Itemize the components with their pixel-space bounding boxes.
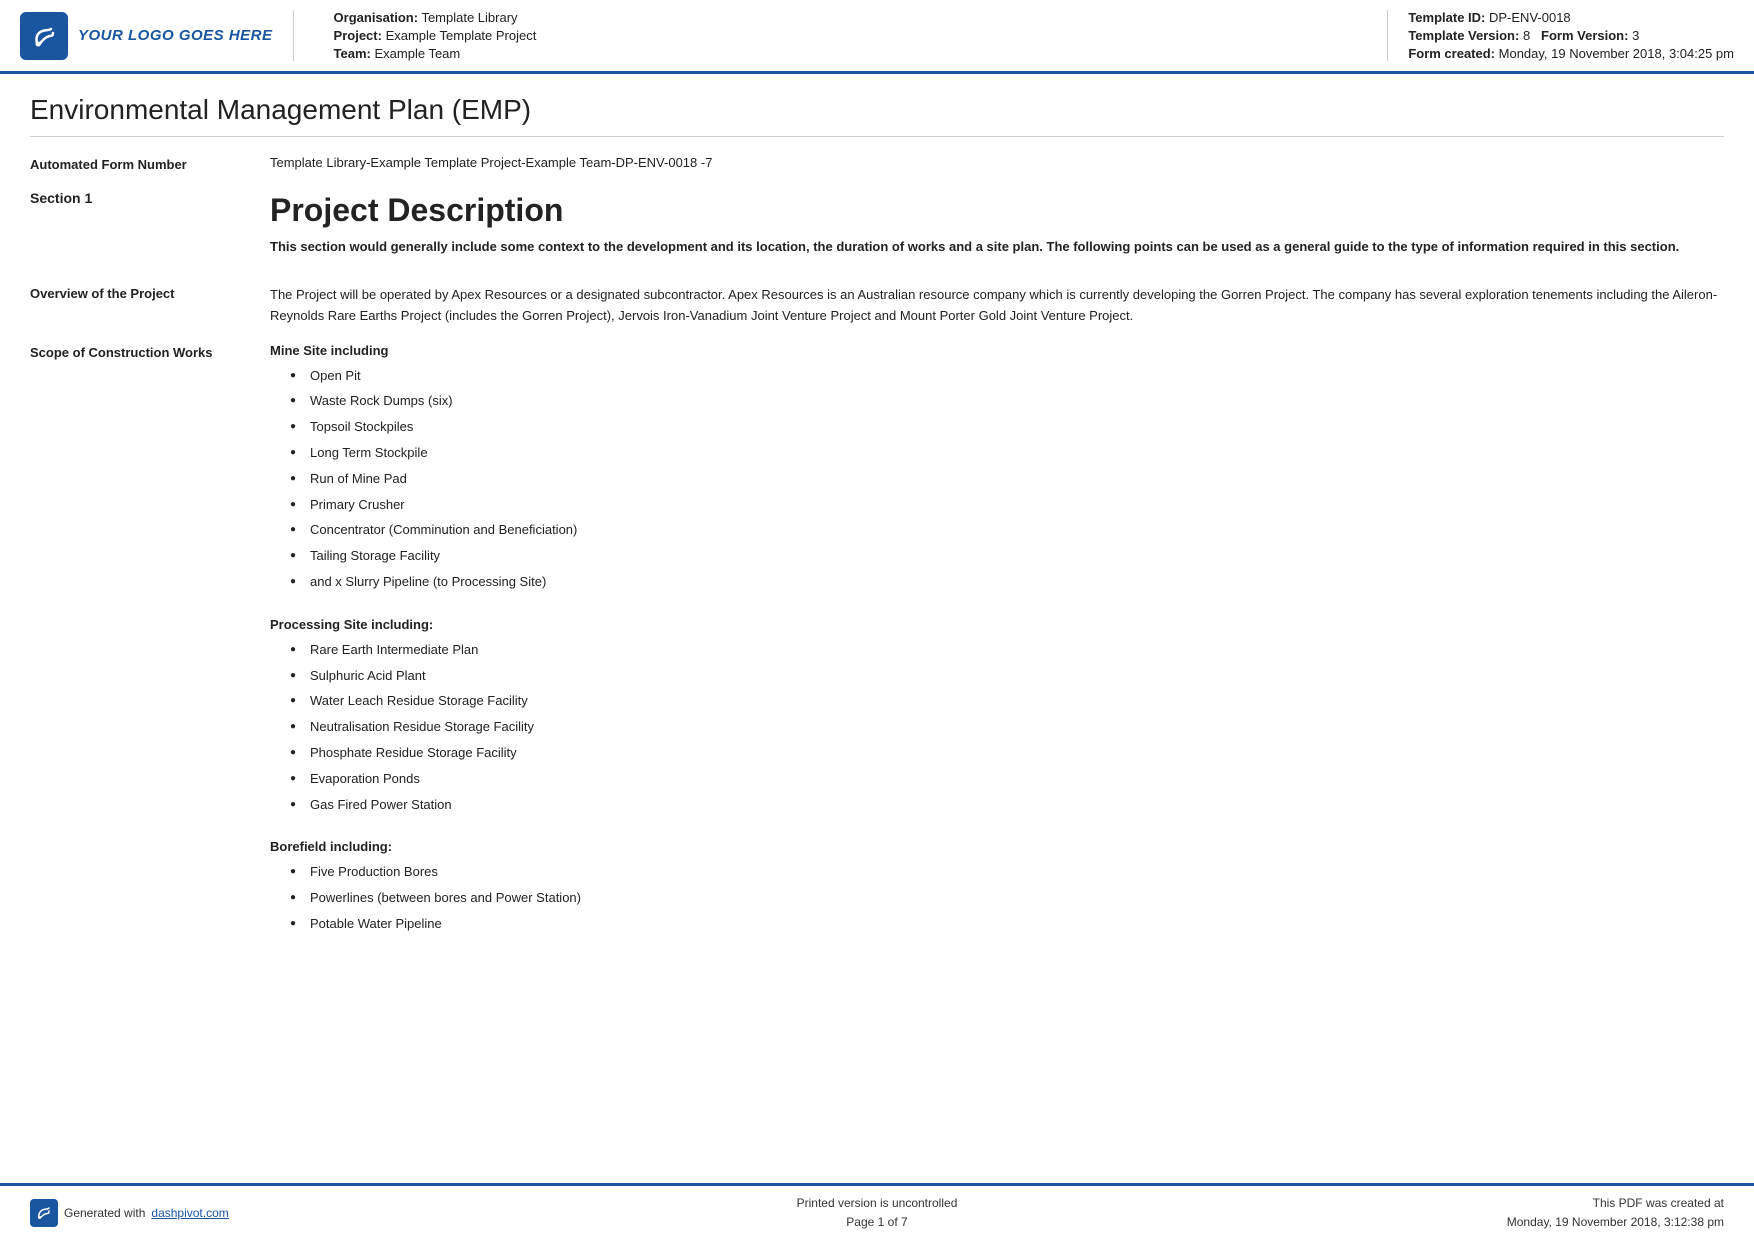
form-version-label: Form Version: bbox=[1541, 28, 1628, 43]
footer-center-line1: Printed version is uncontrolled bbox=[310, 1194, 1444, 1213]
version-row: Template Version: 8 Form Version: 3 bbox=[1408, 28, 1734, 43]
list-item: Rare Earth Intermediate Plan bbox=[290, 640, 1724, 661]
footer-right-line2: Monday, 19 November 2018, 3:12:38 pm bbox=[1444, 1213, 1724, 1232]
header-right: Template ID: DP-ENV-0018 Template Versio… bbox=[1387, 10, 1734, 61]
overview-row: Overview of the Project The Project will… bbox=[30, 284, 1724, 327]
footer-left: Generated with dashpivot.com bbox=[30, 1199, 310, 1227]
footer-generated-link[interactable]: dashpivot.com bbox=[151, 1206, 228, 1220]
main-content: Environmental Management Plan (EMP) Auto… bbox=[0, 74, 1754, 1055]
overview-text: The Project will be operated by Apex Res… bbox=[270, 284, 1724, 327]
footer-logo-icon bbox=[30, 1199, 58, 1227]
footer-generated-label: Generated with bbox=[64, 1206, 145, 1220]
team-value: Example Team bbox=[374, 46, 460, 61]
section1-intro: This section would generally include som… bbox=[270, 237, 1724, 258]
team-label: Team: bbox=[334, 46, 371, 61]
template-version-value: 8 bbox=[1523, 28, 1530, 43]
section1-content: Project Description This section would g… bbox=[270, 188, 1724, 268]
mine-site-block: Mine Site including Open Pit Waste Rock D… bbox=[270, 343, 1724, 593]
list-item: Gas Fired Power Station bbox=[290, 795, 1724, 816]
list-item: Phosphate Residue Storage Facility bbox=[290, 743, 1724, 764]
borefield-list: Five Production Bores Powerlines (between… bbox=[290, 862, 1724, 934]
form-created-row: Form created: Monday, 19 November 2018, … bbox=[1408, 46, 1734, 61]
list-item: Long Term Stockpile bbox=[290, 443, 1724, 464]
overview-content: The Project will be operated by Apex Res… bbox=[270, 284, 1724, 327]
automated-form-row: Automated Form Number Template Library-E… bbox=[30, 155, 1724, 172]
list-item: Run of Mine Pad bbox=[290, 469, 1724, 490]
form-version-value: 3 bbox=[1632, 28, 1639, 43]
section1-row: Section 1 Project Description This secti… bbox=[30, 188, 1724, 268]
page-footer: Generated with dashpivot.com Printed ver… bbox=[0, 1183, 1754, 1240]
list-item: Concentrator (Comminution and Beneficiat… bbox=[290, 520, 1724, 541]
section1-heading: Project Description bbox=[270, 192, 1724, 229]
list-item: Topsoil Stockpiles bbox=[290, 417, 1724, 438]
list-item: Potable Water Pipeline bbox=[290, 914, 1724, 935]
form-created-value: Monday, 19 November 2018, 3:04:25 pm bbox=[1499, 46, 1734, 61]
borefield-heading: Borefield including: bbox=[270, 839, 1724, 854]
footer-right: This PDF was created at Monday, 19 Novem… bbox=[1444, 1194, 1724, 1232]
page-header: YOUR LOGO GOES HERE Organisation: Templa… bbox=[0, 0, 1754, 74]
section1-label: Section 1 bbox=[30, 188, 250, 268]
scope-content: Mine Site including Open Pit Waste Rock D… bbox=[270, 343, 1724, 959]
org-label: Organisation: bbox=[334, 10, 419, 25]
automated-form-value: Template Library-Example Template Projec… bbox=[270, 155, 1724, 172]
template-id-label: Template ID: bbox=[1408, 10, 1485, 25]
project-value: Example Template Project bbox=[386, 28, 537, 43]
logo-section: YOUR LOGO GOES HERE bbox=[20, 10, 294, 61]
list-item: and x Slurry Pipeline (to Processing Sit… bbox=[290, 572, 1724, 593]
list-item: Evaporation Ponds bbox=[290, 769, 1724, 790]
team-row: Team: Example Team bbox=[334, 46, 1368, 61]
template-id-value: DP-ENV-0018 bbox=[1489, 10, 1571, 25]
footer-center: Printed version is uncontrolled Page 1 o… bbox=[310, 1194, 1444, 1232]
org-value: Template Library bbox=[421, 10, 517, 25]
scope-row: Scope of Construction Works Mine Site in… bbox=[30, 343, 1724, 959]
list-item: Primary Crusher bbox=[290, 495, 1724, 516]
processing-site-list: Rare Earth Intermediate Plan Sulphuric Ac… bbox=[290, 640, 1724, 816]
footer-right-line1: This PDF was created at bbox=[1444, 1194, 1724, 1213]
project-row: Project: Example Template Project bbox=[334, 28, 1368, 43]
processing-site-heading: Processing Site including: bbox=[270, 617, 1724, 632]
list-item: Five Production Bores bbox=[290, 862, 1724, 883]
list-item: Neutralisation Residue Storage Facility bbox=[290, 717, 1724, 738]
template-id-row: Template ID: DP-ENV-0018 bbox=[1408, 10, 1734, 25]
logo-icon bbox=[20, 12, 68, 60]
processing-site-block: Processing Site including: Rare Earth In… bbox=[270, 617, 1724, 816]
list-item: Open Pit bbox=[290, 366, 1724, 387]
mine-site-list: Open Pit Waste Rock Dumps (six) Topsoil St… bbox=[290, 366, 1724, 593]
list-item: Waste Rock Dumps (six) bbox=[290, 391, 1724, 412]
list-item: Water Leach Residue Storage Facility bbox=[290, 691, 1724, 712]
project-label: Project: bbox=[334, 28, 382, 43]
footer-center-line2: Page 1 of 7 bbox=[310, 1213, 1444, 1232]
logo-text: YOUR LOGO GOES HERE bbox=[78, 27, 273, 44]
list-item: Powerlines (between bores and Power Stat… bbox=[290, 888, 1724, 909]
borefield-block: Borefield including: Five Production Bor… bbox=[270, 839, 1724, 934]
header-meta: Organisation: Template Library Project: … bbox=[314, 10, 1368, 61]
org-row: Organisation: Template Library bbox=[334, 10, 1368, 25]
template-version-label: Template Version: bbox=[1408, 28, 1519, 43]
overview-label: Overview of the Project bbox=[30, 284, 250, 327]
list-item: Sulphuric Acid Plant bbox=[290, 666, 1724, 687]
list-item: Tailing Storage Facility bbox=[290, 546, 1724, 567]
automated-form-label: Automated Form Number bbox=[30, 155, 250, 172]
page-title: Environmental Management Plan (EMP) bbox=[30, 94, 1724, 137]
form-created-label: Form created: bbox=[1408, 46, 1495, 61]
scope-label: Scope of Construction Works bbox=[30, 343, 250, 959]
mine-site-heading: Mine Site including bbox=[270, 343, 1724, 358]
